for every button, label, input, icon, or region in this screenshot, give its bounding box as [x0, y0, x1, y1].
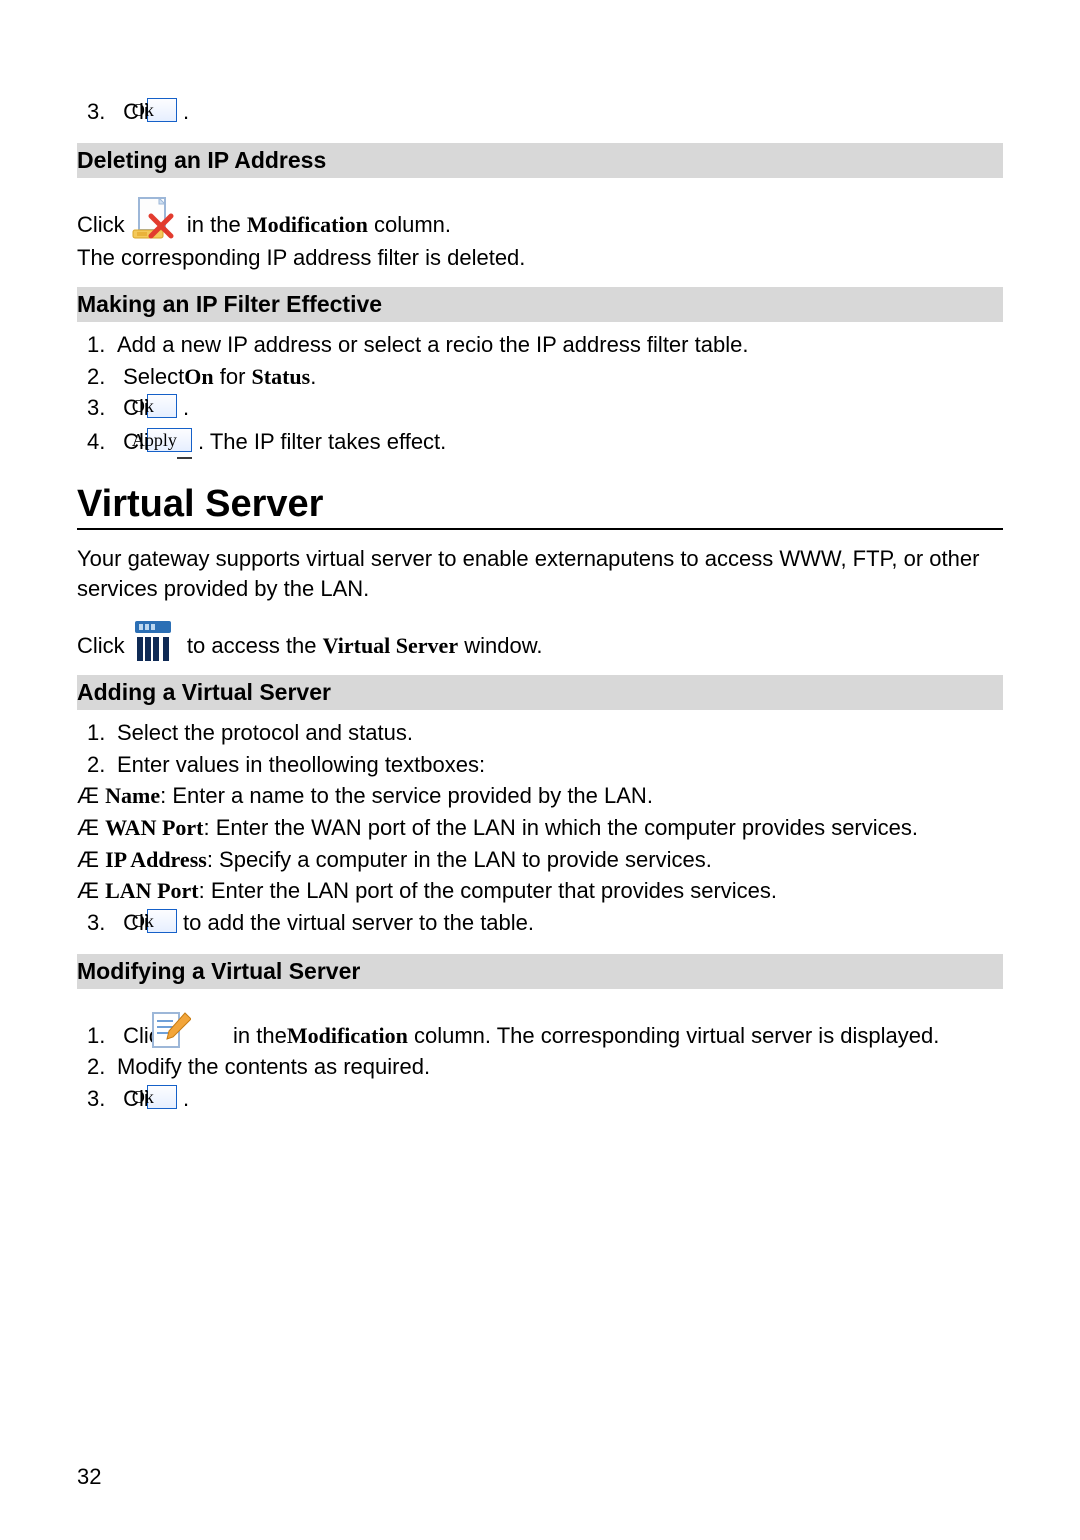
- virtual-server-click: Click to access the Virtual Server windo…: [77, 607, 1003, 661]
- step-click-ok: 3. Click Ok .: [77, 97, 1003, 129]
- apply-button[interactable]: Apply: [177, 427, 192, 459]
- heading-making-effective: Making an IP Filter Effective: [77, 287, 1003, 322]
- make-eff-step4: 4. Click Apply . The IP filter takes eff…: [77, 427, 1003, 459]
- page-number: 32: [77, 1464, 101, 1490]
- heading-modifying-vs: Modifying a Virtual Server: [77, 954, 1003, 989]
- make-eff-step2: 2. SelectOn for Status.: [77, 362, 1003, 392]
- edit-icon[interactable]: [177, 1007, 221, 1053]
- mod-vs-step2: 2.Modify the contents as required.: [77, 1052, 1003, 1082]
- add-vs-step2: 2.Enter values in theollowing textboxes:: [77, 750, 1003, 780]
- delete-ip-line1: Click in the Modification column.: [77, 186, 1003, 240]
- virtual-server-intro: Your gateway supports virtual server to …: [77, 544, 1003, 603]
- heading-deleting-ip: Deleting an IP Address: [77, 143, 1003, 178]
- make-eff-step3: 3. Click Ok .: [77, 393, 1003, 425]
- heading-adding-vs: Adding a Virtual Server: [77, 675, 1003, 710]
- divider: [77, 528, 1003, 530]
- make-eff-step1: 1.Add a new IP address or select a recio…: [77, 330, 1003, 360]
- add-vs-name: Æ Name: Enter a name to the service prov…: [77, 781, 1003, 811]
- delete-icon[interactable]: [131, 196, 175, 242]
- add-vs-lan-port: Æ LAN Port: Enter the LAN port of the co…: [77, 876, 1003, 906]
- add-vs-wan-port: Æ WAN Port: Enter the WAN port of the LA…: [77, 813, 1003, 843]
- add-vs-step1: 1.Select the protocol and status.: [77, 718, 1003, 748]
- delete-ip-line2: The corresponding IP address filter is d…: [77, 243, 1003, 273]
- heading-virtual-server: Virtual Server: [77, 483, 1003, 526]
- mod-vs-step1: 1. Click in theModification column. The …: [77, 997, 1003, 1051]
- add-vs-ip-address: Æ IP Address: Specify a computer in the …: [77, 845, 1003, 875]
- mod-vs-step3: 3. Click Ok .: [77, 1084, 1003, 1116]
- virtual-server-icon[interactable]: [131, 617, 175, 663]
- add-vs-step3: 3. Click Ok to add the virtual server to…: [77, 908, 1003, 940]
